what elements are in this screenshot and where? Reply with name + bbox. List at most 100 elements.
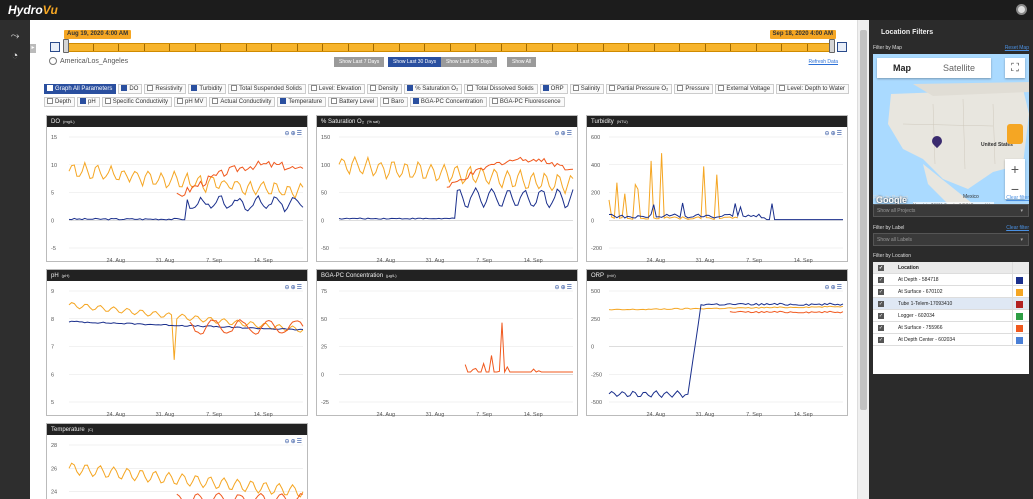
zoom-in-button[interactable]: + (1005, 159, 1025, 179)
chart-plot[interactable]: 9 8 7 6 5 24. Aug 31. Aug 7. Sep 14. Sep (47, 281, 309, 417)
scrollbar-thumb[interactable] (860, 30, 867, 410)
left-nav-rail: ⤳ ◔ (0, 20, 30, 499)
parameter-checkbox[interactable]: Depth (44, 97, 76, 107)
chart-plot[interactable]: 75 50 25 0 -25 24. Aug 31. Aug 7. Sep 14. Sep (317, 281, 579, 417)
parameter-checkbox[interactable]: Total Suspended Solids (228, 84, 306, 94)
location-map[interactable]: United States Mexico Map Satellite ⛶ + −… (873, 54, 1029, 209)
checkbox-icon (331, 98, 338, 104)
timezone-label[interactable]: America/Los_Angeles (49, 57, 128, 65)
y-tick-label: 25 (321, 345, 327, 351)
parameter-checkbox[interactable]: % Saturation O₂ (404, 84, 463, 94)
location-row[interactable]: ✓ At Surface - 670102 (873, 286, 1029, 298)
location-color-swatch[interactable] (1016, 325, 1023, 332)
parameter-checkbox[interactable]: Temperature (277, 97, 327, 107)
parameter-checkbox[interactable]: Level: Depth to Water (776, 84, 849, 94)
tab-satellite[interactable]: Satellite (927, 58, 991, 78)
location-checkbox[interactable]: ✓ (878, 301, 884, 307)
gauge-icon[interactable]: ◔ (9, 50, 21, 62)
reset-map-link[interactable]: Reset Map (1005, 45, 1029, 51)
filter-by-label-label: Filter by Label (873, 225, 905, 231)
parameter-checkbox[interactable]: Level: Elevation (307, 84, 366, 94)
chart-plot[interactable]: 15 10 5 0 -5 24. Aug 31. Aug 7. Sep 14. Sep (47, 127, 309, 263)
location-color-swatch[interactable] (1016, 277, 1023, 284)
location-checkbox[interactable]: ✓ (878, 325, 884, 331)
location-checkbox[interactable]: ✓ (878, 277, 884, 283)
pegman-icon[interactable] (1007, 124, 1023, 144)
parameter-checkbox[interactable]: Turbidity (188, 84, 227, 94)
location-row[interactable]: ✓ At Depth - 584718 (873, 274, 1029, 286)
location-row[interactable]: ✓ At Depth Center - 602034 (873, 334, 1029, 346)
timeline-start-handle[interactable] (63, 39, 69, 53)
timeline-tick (628, 44, 629, 51)
location-checkbox[interactable]: ✓ (878, 289, 884, 295)
location-table-header: ✓ Location (873, 262, 1029, 274)
location-column-header: Location (898, 265, 919, 271)
y-tick-label: -200 (591, 246, 602, 252)
parameter-checkbox[interactable]: Actual Conductivity (209, 97, 276, 107)
parameter-checkbox[interactable]: Partial Pressure O₂ (606, 84, 673, 94)
y-tick-label: 50 (321, 317, 327, 323)
chart-unit: (% sat) (367, 119, 380, 124)
parameter-checkbox[interactable]: Pressure (674, 84, 714, 94)
location-checkbox[interactable]: ✓ (878, 313, 884, 319)
parameter-checkbox[interactable]: Salinity (569, 84, 605, 94)
y-tick-label: 0 (321, 372, 324, 378)
graph-all-parameters-toggle[interactable]: Graph All Parameters (44, 84, 117, 94)
project-select[interactable]: Show all Projects ▾ (873, 204, 1029, 217)
range-button[interactable]: Show Last 7 Days (334, 57, 385, 67)
fullscreen-icon[interactable]: ⛶ (1005, 58, 1025, 78)
parameter-checkbox[interactable]: BGA-PC Concentration (409, 97, 487, 107)
clear-label-filter-link[interactable]: Clear filter (1006, 225, 1029, 231)
timeline-end-handle[interactable] (829, 39, 835, 53)
chart-plot[interactable]: 150 100 50 0 -50 24. Aug 31. Aug 7. Sep 14. Sep (317, 127, 579, 263)
chart-plot[interactable]: 600 400 200 0 -200 24. Aug 31. Aug 7. Sep 14. Se… (587, 127, 849, 263)
calendar-start-icon[interactable] (50, 42, 60, 52)
clear-project-filter-link[interactable]: Clear filter (1006, 195, 1029, 201)
refresh-data-link[interactable]: Refresh Data (809, 59, 838, 65)
chart-panel: ORP (mV) ⊖⊕☰ 500 250 0 -250 -500 24. Aug 31. Aug 7… (586, 269, 849, 417)
location-color-swatch[interactable] (1016, 289, 1023, 296)
location-color-swatch[interactable] (1016, 337, 1023, 344)
checkbox-icon (147, 85, 154, 91)
parameter-checkbox[interactable]: External Voltage (715, 84, 775, 94)
checkbox-icon (718, 85, 725, 91)
chart-plot[interactable]: 500 250 0 -250 -500 24. Aug 31. Aug 7. Sep 14. S… (587, 281, 849, 417)
logo-text-hydro: Hydro (8, 3, 43, 17)
calendar-end-icon[interactable] (837, 42, 847, 52)
location-checkbox[interactable]: ✓ (878, 337, 884, 343)
parameter-checkbox[interactable]: Density (367, 84, 403, 94)
hydrovu-logo[interactable]: HydroVu (8, 3, 58, 17)
chart-icon[interactable]: ⤳ (9, 30, 21, 42)
chart-unit: (NTU) (616, 119, 628, 124)
parameter-checkbox[interactable]: Battery Level (328, 97, 379, 107)
parameter-label: Temperature (288, 99, 323, 105)
range-button[interactable]: Show All (507, 57, 537, 67)
select-all-checkbox[interactable]: ✓ (878, 265, 884, 271)
chart-panel: % Saturation O₂ (% sat) ⊖⊕☰ 150 100 50 0 -50 24.… (316, 115, 579, 263)
parameter-checkbox[interactable]: Resistivity (144, 84, 187, 94)
location-color-swatch[interactable] (1016, 313, 1023, 320)
parameter-checkbox[interactable]: Specific Conductivity (101, 97, 173, 107)
parameter-checkbox[interactable]: Baro (380, 97, 408, 107)
parameter-checkbox[interactable]: pH (77, 97, 100, 107)
parameter-checkbox[interactable]: pH MV (174, 97, 208, 107)
parameter-checkbox[interactable]: Total Dissolved Solids (464, 84, 538, 94)
user-account-icon[interactable] (1016, 4, 1027, 15)
checkbox-icon (47, 85, 53, 91)
location-row[interactable]: ✓ Tube 1-Telem-17093410 (873, 298, 1029, 310)
parameter-checkbox[interactable]: ORP (539, 84, 568, 94)
range-button[interactable]: Show Last 30 Days (388, 57, 442, 67)
tab-map[interactable]: Map (877, 58, 927, 78)
location-color-swatch[interactable] (1016, 301, 1023, 308)
label-select[interactable]: Show all Labels ▾ (873, 233, 1029, 246)
x-tick-label: 14. Sep (254, 258, 273, 263)
main-scrollbar[interactable] (857, 20, 869, 499)
location-row[interactable]: ✓ At Surface - 755966 (873, 322, 1029, 334)
range-button[interactable]: Show Last 365 Days (441, 57, 497, 67)
timeline-track[interactable] (66, 43, 831, 52)
x-tick-label: 24. Aug (106, 412, 125, 417)
chart-plot[interactable]: 28 26 24 (47, 435, 309, 499)
parameter-checkbox[interactable]: BGA-PC Fluorescence (488, 97, 565, 107)
parameter-checkbox[interactable]: DO (118, 84, 143, 94)
location-row[interactable]: ✓ Logger - 602034 (873, 310, 1029, 322)
